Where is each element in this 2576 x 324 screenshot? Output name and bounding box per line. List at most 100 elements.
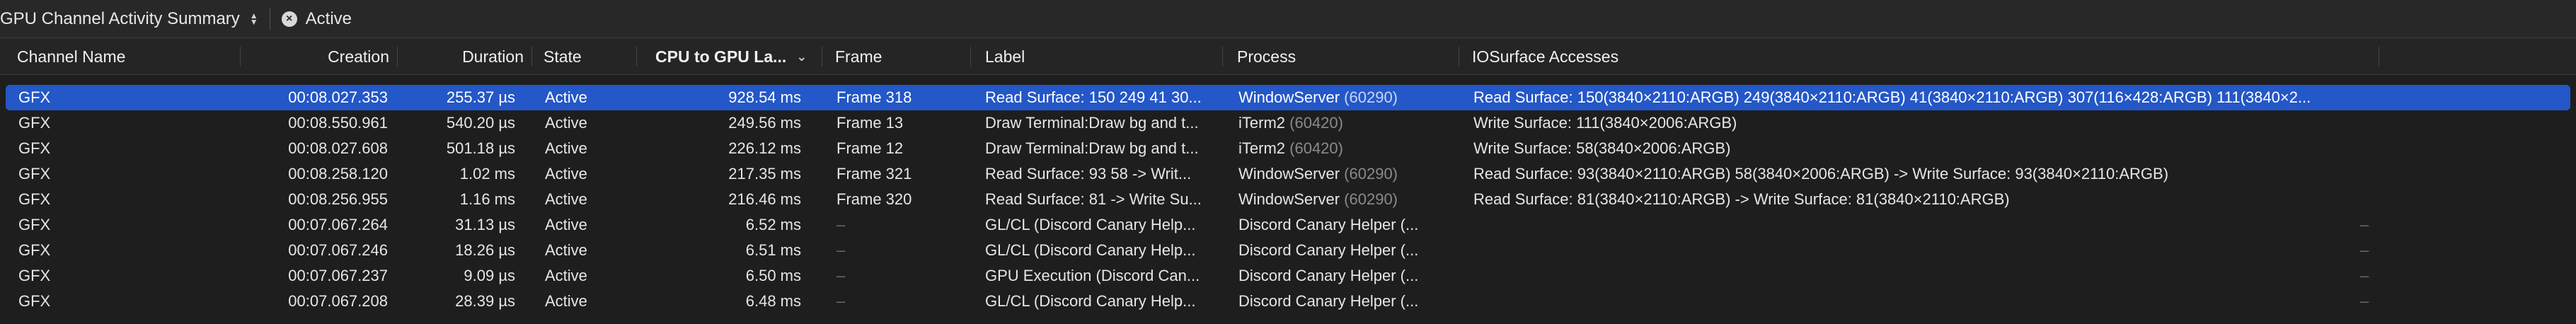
column-label-col[interactable]: Label	[971, 38, 1223, 75]
process-name: WindowServer	[1238, 88, 1340, 106]
column-process[interactable]: Process	[1223, 38, 1459, 75]
cell-cpu-to-gpu-latency: 6.51 ms	[745, 241, 801, 259]
cell-creation: 00:07.067.208	[288, 292, 388, 310]
column-label: Process	[1237, 47, 1296, 66]
cell-creation: 00:08.258.120	[288, 165, 388, 183]
cell-frame: Frame 13	[836, 114, 904, 132]
cell-duration: 9.09 µs	[464, 267, 515, 284]
cell-frame: Frame 320	[836, 190, 912, 208]
cell-label: Read Surface: 150 249 41 30...	[985, 88, 1202, 106]
cell-channel-name: GFX	[18, 139, 51, 157]
column-frame[interactable]: Frame	[822, 38, 971, 75]
table-row[interactable]: GFX 00:07.067.237 9.09 µs Active 6.50 ms – GPU…	[0, 263, 2576, 289]
cell-cpu-to-gpu-latency: 6.50 ms	[745, 267, 801, 284]
instruments-window: GPU Channel Activity Summary ▲ ▼ × Active…	[0, 0, 2576, 324]
column-cpu-to-gpu-latency[interactable]: CPU to GPU La... ⌄	[637, 38, 822, 75]
cell-duration: 255.37 µs	[446, 88, 515, 106]
cell-trailing-empty: –	[2360, 292, 2369, 310]
cell-duration: 18.26 µs	[455, 241, 515, 259]
up-down-chevron-icon: ▲ ▼	[249, 10, 258, 27]
summary-selector[interactable]: GPU Channel Activity Summary ▲ ▼	[0, 9, 258, 29]
cell-iosurface-accesses: Read Surface: 81(3840×2110:ARGB) -> Writ…	[1473, 190, 2010, 208]
sort-descending-icon: ⌄	[796, 49, 807, 64]
process-name: iTerm2	[1238, 114, 1286, 132]
table-body: GFX 00:08.027.353 255.37 µs Active 928.54 ms…	[0, 85, 2576, 314]
table-row[interactable]: GFX 00:07.067.208 28.39 µs Active 6.48 ms – GL…	[0, 289, 2576, 314]
cell-label: Draw Terminal:Draw bg and t...	[985, 139, 1199, 157]
process-name: Discord Canary Helper (...	[1238, 267, 1419, 284]
cell-channel-name: GFX	[18, 267, 51, 284]
cell-creation: 00:08.027.353	[288, 88, 388, 106]
cell-iosurface-accesses	[1473, 238, 2358, 263]
filter-label[interactable]: Active	[306, 9, 352, 29]
table-row[interactable]: GFX 00:07.067.246 18.26 µs Active 6.51 ms – GL…	[0, 238, 2576, 263]
clear-filter-icon[interactable]: ×	[281, 11, 297, 27]
column-label: IOSurface Accesses	[1472, 47, 1619, 66]
cell-label: GL/CL (Discord Canary Help...	[985, 241, 1196, 259]
cell-duration: 1.16 ms	[459, 190, 515, 208]
cell-creation: 00:08.550.961	[288, 114, 388, 132]
cell-label: Read Surface: 93 58 -> Writ...	[985, 165, 1192, 183]
cell-cpu-to-gpu-latency: 217.35 ms	[728, 165, 801, 183]
cell-state: Active	[545, 190, 587, 208]
cell-state: Active	[545, 139, 587, 157]
cell-process: Discord Canary Helper (...	[1238, 238, 1458, 263]
cell-channel-name: GFX	[18, 241, 51, 259]
column-creation[interactable]: Creation	[241, 38, 398, 75]
cell-duration: 31.13 µs	[455, 216, 515, 233]
table-row[interactable]: GFX 00:08.258.120 1.02 ms Active 217.35 ms Fr…	[0, 161, 2576, 187]
cell-channel-name: GFX	[18, 216, 51, 233]
cell-frame: Frame 321	[836, 165, 912, 183]
column-duration[interactable]: Duration	[398, 38, 532, 75]
cell-frame: –	[836, 241, 846, 259]
cell-duration: 1.02 ms	[459, 165, 515, 183]
table-row[interactable]: GFX 00:08.256.955 1.16 ms Active 216.46 ms Fr…	[0, 187, 2576, 212]
cell-duration: 28.39 µs	[455, 292, 515, 310]
cell-frame: –	[836, 267, 846, 284]
table-header: Channel Name Creation Duration State CPU…	[0, 38, 2576, 75]
cell-frame: Frame 12	[836, 139, 904, 157]
process-pid: (60290)	[1344, 88, 1398, 106]
cell-state: Active	[545, 267, 587, 284]
cell-trailing-empty: –	[2360, 241, 2369, 259]
table-row[interactable]: GFX 00:08.027.353 255.37 µs Active 928.54 ms…	[6, 85, 2570, 110]
cell-frame: –	[836, 216, 846, 233]
cell-process: WindowServer (60290)	[1238, 187, 1458, 212]
table-row[interactable]: GFX 00:08.027.608 501.18 µs Active 226.12 ms…	[0, 136, 2576, 161]
process-name: WindowServer	[1238, 165, 1340, 183]
cell-process: iTerm2 (60420)	[1238, 136, 1458, 161]
cell-label: GL/CL (Discord Canary Help...	[985, 216, 1196, 233]
cell-creation: 00:07.067.237	[288, 267, 388, 284]
cell-iosurface-accesses	[1473, 289, 2358, 314]
cell-iosurface-accesses	[1473, 263, 2358, 289]
cell-trailing-empty: –	[2360, 267, 2369, 284]
column-channel-name[interactable]: Channel Name	[0, 38, 241, 75]
process-pid: (60420)	[1289, 114, 1343, 132]
column-label: Channel Name	[17, 47, 126, 66]
cell-label: GPU Execution (Discord Can...	[985, 267, 1200, 284]
cell-state: Active	[545, 292, 587, 310]
cell-state: Active	[545, 114, 587, 132]
cell-iosurface-accesses: Read Surface: 93(3840×2110:ARGB) 58(3840…	[1473, 165, 2169, 183]
column-state[interactable]: State	[532, 38, 637, 75]
cell-duration: 540.20 µs	[446, 114, 515, 132]
table-row[interactable]: GFX 00:07.067.264 31.13 µs Active 6.52 ms – GL…	[0, 212, 2576, 238]
cell-iosurface-accesses	[1473, 212, 2358, 238]
cell-cpu-to-gpu-latency: 226.12 ms	[728, 139, 801, 157]
cell-cpu-to-gpu-latency: 928.54 ms	[728, 88, 801, 106]
cell-state: Active	[545, 165, 587, 183]
cell-iosurface-accesses: Read Surface: 150(3840×2110:ARGB) 249(38…	[1473, 88, 2311, 106]
cell-process: iTerm2 (60420)	[1238, 110, 1458, 136]
process-name: Discord Canary Helper (...	[1238, 241, 1419, 259]
table-row[interactable]: GFX 00:08.550.961 540.20 µs Active 249.56 ms…	[0, 110, 2576, 136]
cell-process: Discord Canary Helper (...	[1238, 212, 1458, 238]
column-iosurface-accesses[interactable]: IOSurface Accesses	[1459, 38, 2379, 75]
cell-process: WindowServer (60290)	[1238, 85, 1458, 110]
cell-state: Active	[545, 88, 587, 106]
cell-process: Discord Canary Helper (...	[1238, 289, 1458, 314]
process-name: Discord Canary Helper (...	[1238, 216, 1419, 233]
cell-creation: 00:07.067.246	[288, 241, 388, 259]
cell-iosurface-accesses: Write Surface: 111(3840×2006:ARGB)	[1473, 114, 1737, 132]
column-label: State	[544, 47, 582, 66]
cell-creation: 00:07.067.264	[288, 216, 388, 233]
